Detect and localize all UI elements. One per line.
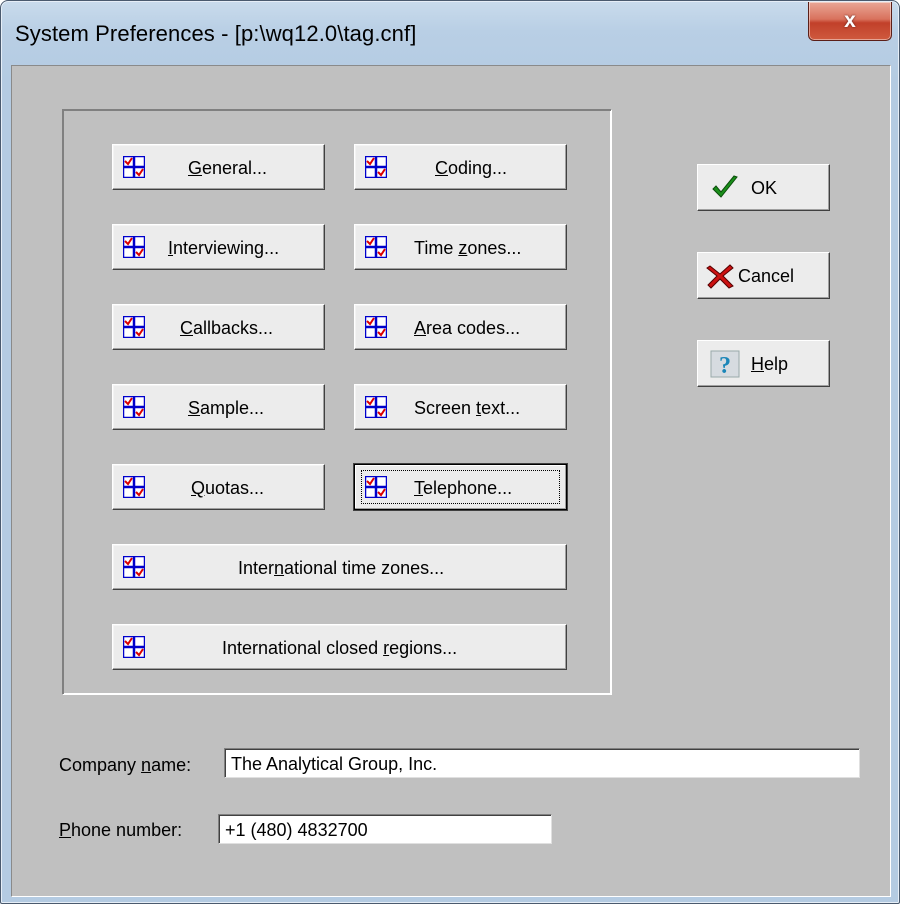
general-label: General...	[188, 158, 268, 178]
callbacks-label: Callbacks...	[180, 318, 274, 338]
sample-button[interactable]: Sample...	[112, 384, 325, 430]
checklist-icon	[365, 156, 387, 178]
international-closed-regions-label: International closed regions...	[222, 638, 458, 658]
area-codes-label: Area codes...	[414, 318, 521, 338]
help-label: Help	[751, 354, 789, 374]
screen-text-button[interactable]: Screen text...	[354, 384, 567, 430]
company-name-input[interactable]: The Analytical Group, Inc.	[224, 748, 860, 778]
time-zones-label: Time zones...	[414, 238, 522, 258]
company-name-label: Company name:	[59, 755, 192, 775]
phone-number-input[interactable]: +1 (480) 4832700	[218, 814, 552, 844]
phone-number-label: Phone number:	[59, 820, 183, 840]
ok-button[interactable]: OK	[697, 164, 830, 211]
telephone-label: Telephone...	[414, 478, 513, 498]
quotas-label: Quotas...	[191, 478, 265, 498]
general-button[interactable]: General...	[112, 144, 325, 190]
checklist-icon	[123, 236, 145, 258]
preferences-group: General... Coding... Interviewing... Tim…	[62, 109, 612, 695]
checklist-icon	[365, 476, 387, 498]
area-codes-button[interactable]: Area codes...	[354, 304, 567, 350]
sample-label: Sample...	[188, 398, 265, 418]
checklist-icon	[365, 236, 387, 258]
quotas-button[interactable]: Quotas...	[112, 464, 325, 510]
checklist-icon	[123, 316, 145, 338]
checklist-icon	[123, 476, 145, 498]
telephone-button[interactable]: Telephone...	[354, 464, 567, 510]
checkmark-icon	[712, 175, 738, 198]
international-time-zones-label: International time zones...	[238, 558, 445, 578]
dialog-client: General... Coding... Interviewing... Tim…	[11, 65, 891, 897]
checklist-icon	[123, 396, 145, 418]
cancel-button[interactable]: Cancel	[697, 252, 830, 299]
help-question-icon: ?	[710, 350, 740, 378]
interviewing-button[interactable]: Interviewing...	[112, 224, 325, 270]
time-zones-button[interactable]: Time zones...	[354, 224, 567, 270]
cancel-x-icon	[706, 264, 734, 289]
coding-button[interactable]: Coding...	[354, 144, 567, 190]
window-title: System Preferences - [p:\wq12.0\tag.cnf]	[15, 21, 417, 46]
dialog-window: System Preferences - [p:\wq12.0\tag.cnf]…	[0, 0, 900, 904]
cancel-label: Cancel	[738, 266, 795, 286]
checklist-icon	[123, 556, 145, 578]
ok-label: OK	[751, 178, 778, 198]
checklist-icon	[123, 156, 145, 178]
checklist-icon	[123, 636, 145, 658]
checklist-icon	[365, 396, 387, 418]
international-time-zones-button[interactable]: International time zones...	[112, 544, 567, 590]
svg-text:?: ?	[719, 353, 731, 378]
callbacks-button[interactable]: Callbacks...	[112, 304, 325, 350]
coding-label: Coding...	[435, 158, 508, 178]
international-closed-regions-button[interactable]: International closed regions...	[112, 624, 567, 670]
checklist-icon	[365, 316, 387, 338]
help-button[interactable]: ? Help	[697, 340, 830, 387]
interviewing-label: Interviewing...	[168, 238, 280, 258]
close-button[interactable]: x	[808, 2, 892, 41]
screen-text-label: Screen text...	[414, 398, 521, 418]
close-icon: x	[844, 9, 856, 32]
